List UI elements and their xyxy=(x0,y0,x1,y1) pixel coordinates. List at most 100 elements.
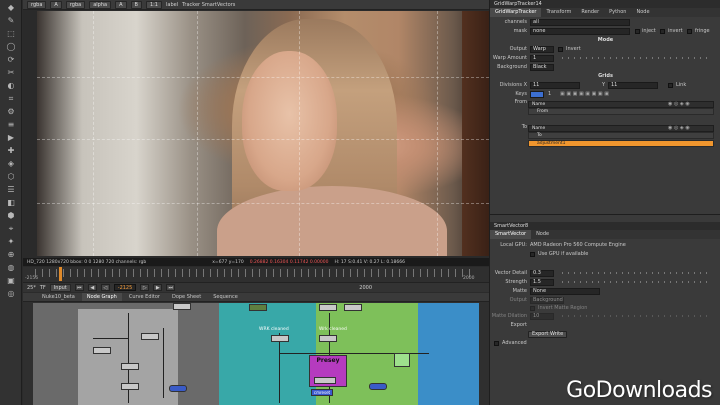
graph-node[interactable] xyxy=(141,333,159,340)
strength-slider[interactable] xyxy=(562,281,712,283)
invert-checkbox[interactable] xyxy=(660,28,665,34)
end-frame[interactable]: 2000 xyxy=(359,285,372,291)
toolbar-tool-icon[interactable]: ◈ xyxy=(5,159,17,169)
grid-line[interactable] xyxy=(37,139,489,140)
grid-line[interactable] xyxy=(93,11,94,256)
toolbar-tool-icon[interactable]: ◧ xyxy=(5,198,17,208)
matte-dilation-input[interactable]: 10 xyxy=(530,312,554,320)
toolbar-tool-icon[interactable]: ⟳ xyxy=(5,55,17,65)
strength-input[interactable]: 1.5 xyxy=(530,278,554,286)
tab-dope-sheet[interactable]: Dope Sheet xyxy=(167,293,206,301)
tab-nuke10-beta[interactable]: Nuke10_beta xyxy=(37,293,80,301)
overlay-b-select[interactable]: B xyxy=(130,0,142,9)
fringe-checkbox[interactable] xyxy=(687,28,692,34)
graph-node[interactable] xyxy=(394,353,410,367)
graph-node[interactable] xyxy=(319,304,337,311)
toolbar-tool-icon[interactable]: ◯ xyxy=(5,42,17,52)
toolbar-tool-icon[interactable]: ◐ xyxy=(5,81,17,91)
warp-amount-slider[interactable] xyxy=(562,57,712,59)
tab-transform[interactable]: Transform xyxy=(541,8,576,17)
tab-node-graph[interactable]: Node Graph xyxy=(81,293,122,301)
graph-node-blue[interactable] xyxy=(369,383,387,390)
fps-field[interactable]: 25* xyxy=(27,285,36,291)
toolbar-tool-icon[interactable]: ⊕ xyxy=(5,250,17,260)
play-icon[interactable]: ▷ xyxy=(140,284,150,291)
layer-select[interactable]: rgba xyxy=(27,0,47,9)
toolbar-tool-icon[interactable]: ▶ xyxy=(5,133,17,143)
layer-a-select[interactable]: A xyxy=(50,0,62,9)
inject-checkbox[interactable] xyxy=(635,28,640,34)
matte-select[interactable]: None xyxy=(530,287,600,295)
tab-gridwarptracker[interactable]: GridWarpTracker xyxy=(490,8,542,17)
backdrop-blue[interactable] xyxy=(418,303,479,405)
toolbar-tool-icon[interactable]: ✎ xyxy=(5,16,17,26)
grid-line[interactable] xyxy=(37,77,489,78)
toolbar-tool-icon[interactable]: ✚ xyxy=(5,146,17,156)
invert-matte-checkbox[interactable] xyxy=(530,305,535,311)
toolbar-tool-icon[interactable]: ◆ xyxy=(5,3,17,13)
divisions-x-input[interactable]: 11 xyxy=(530,81,580,89)
prev-key-icon[interactable]: ◀ xyxy=(87,284,97,291)
output-select[interactable]: Warp xyxy=(530,45,554,53)
first-frame-icon[interactable]: ⏮ xyxy=(74,284,84,291)
playhead[interactable] xyxy=(59,267,62,281)
graph-node-blue[interactable] xyxy=(169,385,187,392)
from-table-row[interactable]: From xyxy=(528,108,714,115)
alpha-select[interactable]: alpha xyxy=(89,0,112,9)
tab-python[interactable]: Python xyxy=(604,8,631,17)
grid-line[interactable] xyxy=(37,203,489,204)
channel-select[interactable]: rgba xyxy=(65,0,86,9)
overlay-a-select[interactable]: A xyxy=(115,0,127,9)
graph-node[interactable] xyxy=(121,363,139,370)
graph-node[interactable] xyxy=(121,383,139,390)
vector-detail-slider[interactable] xyxy=(562,272,712,274)
graph-node[interactable] xyxy=(249,304,267,311)
tab-node[interactable]: Node xyxy=(631,8,654,17)
tab-node[interactable]: Node xyxy=(531,230,554,239)
backdrop-teal[interactable] xyxy=(219,303,316,405)
tab-sequence[interactable]: Sequence xyxy=(208,293,243,301)
graph-node[interactable] xyxy=(93,347,111,354)
toolbar-tool-icon[interactable]: ◎ xyxy=(5,289,17,299)
grid-line[interactable] xyxy=(437,11,438,256)
label-field[interactable]: label xyxy=(166,2,178,8)
graph-node[interactable] xyxy=(344,304,362,311)
timeline[interactable]: -2156 2000 xyxy=(23,267,489,282)
tab-render[interactable]: Render xyxy=(576,8,604,17)
play-back-icon[interactable]: ◁ xyxy=(100,284,110,291)
mask-select[interactable]: none xyxy=(530,27,630,35)
next-key-icon[interactable]: ▶ xyxy=(153,284,163,291)
toolbar-tool-icon[interactable]: ✂ xyxy=(5,68,17,78)
grid-line[interactable] xyxy=(299,11,300,256)
tab-smartvector[interactable]: SmartVector xyxy=(490,230,532,239)
background-select[interactable]: Black xyxy=(530,63,554,71)
current-frame[interactable]: -2125 xyxy=(113,284,137,291)
node-graph-left[interactable] xyxy=(33,303,223,405)
graph-node[interactable] xyxy=(271,335,289,342)
graph-node[interactable] xyxy=(173,303,191,310)
divisions-y-input[interactable]: 11 xyxy=(608,81,658,89)
adjustment-row[interactable]: adjustment1 xyxy=(528,140,714,147)
tf-toggle[interactable]: TF xyxy=(40,285,46,291)
input-select[interactable]: Input xyxy=(49,283,71,292)
output-sv-select[interactable]: Background xyxy=(530,296,564,304)
timeline-ruler[interactable] xyxy=(35,269,475,277)
toolbar-tool-icon[interactable]: ⬡ xyxy=(5,172,17,182)
graph-node[interactable] xyxy=(314,377,336,384)
last-frame-icon[interactable]: ⏭ xyxy=(166,284,176,291)
toolbar-tool-icon[interactable]: ≡ xyxy=(5,120,17,130)
use-gpu-checkbox[interactable] xyxy=(530,251,535,257)
grid-line[interactable] xyxy=(197,11,198,256)
cmreset-node[interactable]: cmreset xyxy=(311,389,333,396)
node-graph-right[interactable]: WRK cleaned Wrk cleaned Presey cmreset xyxy=(219,303,479,405)
keys-field[interactable] xyxy=(530,90,544,98)
vector-detail-input[interactable]: 0.3 xyxy=(530,269,554,277)
graph-node[interactable] xyxy=(319,335,337,342)
output-invert-checkbox[interactable] xyxy=(558,46,563,52)
toolbar-tool-icon[interactable]: ⌗ xyxy=(5,94,17,104)
warp-amount-input[interactable]: 1 xyxy=(530,54,554,62)
toolbar-tool-icon[interactable]: ⬢ xyxy=(5,211,17,221)
export-write-button[interactable]: Export Write xyxy=(528,330,568,338)
key-tools-icon[interactable]: ▣ ▣ ▣ ▣ ▣ ▣ ▣ ▣ xyxy=(560,90,609,98)
toolbar-tool-icon[interactable]: ⚙ xyxy=(5,107,17,117)
